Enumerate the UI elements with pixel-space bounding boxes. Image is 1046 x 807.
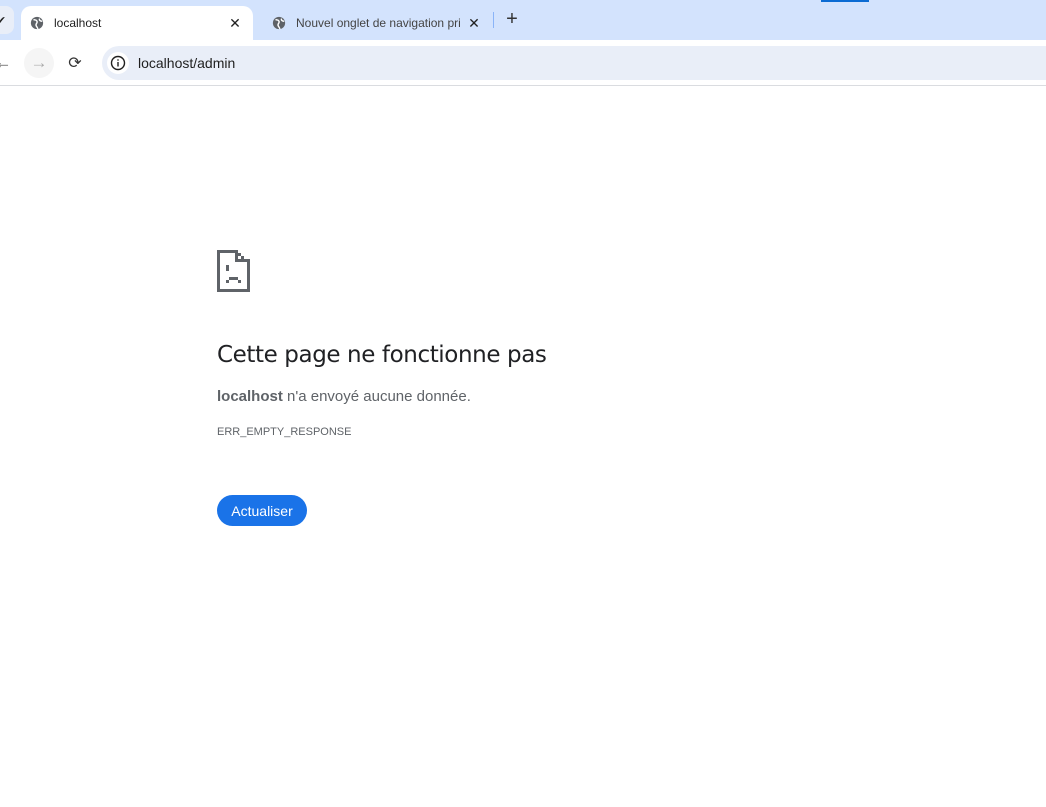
reload-icon: ⟳ — [68, 55, 82, 72]
globe-icon — [30, 16, 44, 30]
window-indicator — [821, 0, 869, 2]
tab-localhost[interactable]: localhost ✕ — [21, 6, 253, 40]
plus-icon: + — [506, 8, 518, 30]
error-message: n'a envoyé aucune donnée. — [282, 388, 471, 405]
forward-button[interactable]: → — [24, 48, 54, 78]
tab-title: Nouvel onglet de navigation pri — [296, 16, 461, 30]
reload-page-button[interactable]: Actualiser — [217, 495, 307, 526]
toolbar: ← → ⟳ localhost/admin — [0, 40, 1046, 86]
error-host: localhost — [217, 388, 283, 405]
globe-icon — [272, 16, 286, 30]
tab-strip: ✔ localhost ✕ Nouvel onglet de navigatio… — [0, 0, 1046, 40]
error-panel: Cette page ne fonctionne pas localhost n… — [217, 250, 547, 526]
reload-button[interactable]: ⟳ — [60, 48, 90, 78]
info-icon — [110, 55, 126, 71]
tab-title: localhost — [54, 16, 102, 30]
site-info-button[interactable] — [107, 52, 129, 74]
arrow-right-icon: → — [30, 53, 48, 72]
error-title: Cette page ne fonctionne pas — [217, 342, 547, 368]
close-tab-icon[interactable]: ✕ — [227, 15, 243, 32]
tab-separator — [493, 12, 494, 28]
arrow-left-icon: ← — [0, 53, 12, 72]
close-tab-icon[interactable]: ✕ — [466, 15, 482, 32]
tab-private-navigation[interactable]: Nouvel onglet de navigation pri ✕ — [262, 6, 492, 40]
sad-page-icon — [217, 250, 250, 292]
error-code: ERR_EMPTY_RESPONSE — [217, 426, 352, 438]
tab-search-button[interactable]: ✔ — [0, 6, 14, 34]
chevron-down-icon: ✔ — [0, 14, 6, 27]
address-bar[interactable]: localhost/admin — [102, 46, 1046, 80]
back-button[interactable]: ← — [0, 48, 18, 78]
url-text[interactable]: localhost/admin — [138, 55, 235, 71]
error-description: localhost n'a envoyé aucune donnée. — [217, 388, 471, 405]
new-tab-button[interactable]: + — [502, 8, 522, 32]
